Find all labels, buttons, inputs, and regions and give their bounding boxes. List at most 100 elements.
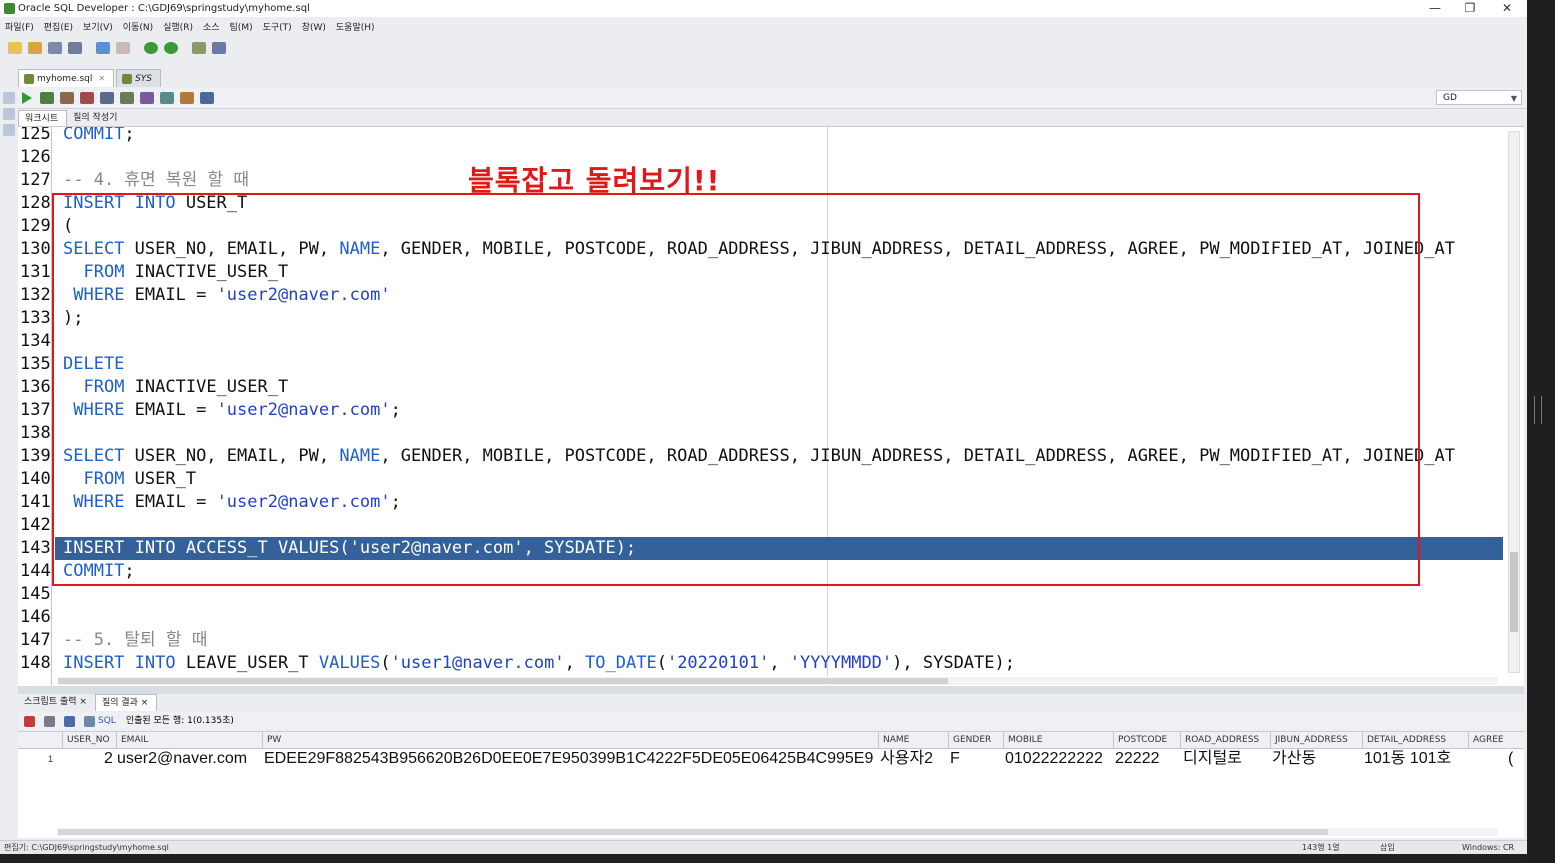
cell-mobile[interactable]: 01022222222: [1005, 748, 1103, 770]
tab-query-result[interactable]: 질의 결과 ×: [94, 694, 158, 711]
grid-header: USER_NO EMAIL PW NAME GENDER MOBILE POST…: [18, 732, 1524, 749]
col-user-no[interactable]: USER_NO: [62, 732, 116, 748]
history-icon[interactable]: [160, 92, 174, 104]
cell-name[interactable]: 사용자2: [880, 748, 933, 770]
code-line[interactable]: 146: [18, 606, 1524, 629]
menu-view[interactable]: 보기(V): [78, 19, 118, 37]
cell-jibun-address[interactable]: 가산동: [1272, 748, 1316, 770]
code-text[interactable]: COMMIT;: [63, 127, 135, 146]
tab-query-builder[interactable]: 질의 작성기: [67, 110, 125, 126]
save-icon[interactable]: [48, 42, 62, 54]
code-text[interactable]: INSERT INTO LEAVE_USER_T VALUES('user1@n…: [63, 652, 1015, 675]
col-name[interactable]: NAME: [878, 732, 948, 748]
clear-icon[interactable]: [140, 92, 154, 104]
code-line[interactable]: 125 COMMIT;: [18, 127, 1524, 146]
pin-icon[interactable]: [24, 715, 35, 727]
new-file-icon[interactable]: [8, 42, 22, 54]
window-title: Oracle SQL Developer : C:\GDJ69\springst…: [18, 3, 310, 14]
col-detail-address[interactable]: DETAIL_ADDRESS: [1362, 732, 1468, 748]
run-statement-icon[interactable]: [22, 92, 32, 104]
rollback-icon[interactable]: [80, 92, 94, 104]
col-gender[interactable]: GENDER: [948, 732, 1003, 748]
run-script-icon[interactable]: [40, 92, 54, 104]
autotrace-icon[interactable]: [120, 92, 134, 104]
minimize-button[interactable]: —: [1420, 0, 1450, 17]
redo-icon[interactable]: [116, 42, 130, 54]
open-folder-icon[interactable]: [28, 42, 42, 54]
cell-postcode[interactable]: 22222: [1115, 748, 1160, 770]
cell-agree[interactable]: (: [1508, 748, 1513, 770]
maximize-button[interactable]: ❐: [1455, 0, 1485, 17]
horizontal-scrollbar[interactable]: [58, 677, 1498, 685]
menu-team[interactable]: 팀(M): [225, 19, 258, 37]
col-mobile[interactable]: MOBILE: [1003, 732, 1113, 748]
code-line[interactable]: 148 INSERT INTO LEAVE_USER_T VALUES('user…: [18, 652, 1524, 675]
resize-grip[interactable]: [1534, 396, 1542, 424]
menu-tools[interactable]: 도구(T): [258, 19, 297, 37]
status-mode: 삽입: [1380, 843, 1395, 852]
commit-icon[interactable]: [60, 92, 74, 104]
save-all-icon[interactable]: [68, 42, 82, 54]
reports-panel-icon[interactable]: [3, 108, 15, 120]
code-line[interactable]: 147 -- 5. 탈퇴 할 때: [18, 629, 1524, 652]
code-text[interactable]: -- 4. 휴면 복원 할 때: [63, 169, 249, 192]
menu-help[interactable]: 도움말(H): [331, 19, 380, 37]
sql-icon[interactable]: [84, 715, 95, 727]
menu-edit[interactable]: 편집(E): [39, 19, 78, 37]
cell-email[interactable]: user2@naver.com: [117, 748, 247, 770]
cell-road-address[interactable]: 디지털로: [1183, 748, 1242, 770]
scroll-thumb[interactable]: [1510, 552, 1518, 632]
back-icon[interactable]: [144, 42, 158, 54]
connections-panel-icon[interactable]: [3, 92, 15, 104]
cell-detail-address[interactable]: 101동 101호: [1364, 748, 1451, 770]
forward-icon[interactable]: [164, 42, 178, 54]
files-panel-icon[interactable]: [3, 124, 15, 136]
print-icon[interactable]: [44, 715, 55, 727]
status-position: 143행 1열: [1302, 843, 1340, 852]
menu-run[interactable]: 실행(R): [158, 19, 198, 37]
tab-worksheet[interactable]: 워크시트: [18, 110, 68, 126]
grid-horizontal-scrollbar[interactable]: [58, 828, 1498, 836]
tab-script-output[interactable]: 스크립트 출력 ×: [18, 694, 95, 711]
panel-splitter[interactable]: [18, 686, 1524, 694]
menu-navigate[interactable]: 이동(N): [118, 19, 158, 37]
code-line[interactable]: 126: [18, 146, 1524, 169]
tab-myhome-sql[interactable]: myhome.sql ✕: [18, 69, 115, 87]
sql-label[interactable]: SQL: [98, 712, 116, 730]
col-jibun-address[interactable]: JIBUN_ADDRESS: [1270, 732, 1362, 748]
sql-worksheet-icon[interactable]: [192, 42, 206, 54]
undo-icon[interactable]: [96, 42, 110, 54]
scroll-thumb[interactable]: [58, 829, 1328, 835]
scroll-thumb[interactable]: [58, 678, 948, 684]
cell-gender[interactable]: F: [950, 748, 960, 770]
col-email[interactable]: EMAIL: [116, 732, 262, 748]
vertical-scrollbar[interactable]: [1508, 131, 1520, 673]
db-tools-icon[interactable]: [212, 42, 226, 54]
find-icon[interactable]: [200, 92, 214, 104]
code-line[interactable]: 145: [18, 583, 1524, 606]
code-line[interactable]: 127 -- 4. 휴면 복원 할 때: [18, 169, 1524, 192]
col-pw[interactable]: PW: [262, 732, 878, 748]
cell-pw[interactable]: EDEE29F882543B956620B26D0EE0E7E950399B1C…: [264, 748, 876, 770]
code-text[interactable]: -- 5. 탈퇴 할 때: [63, 629, 207, 652]
worksheet-toolbar: GD ▼: [18, 88, 1528, 109]
format-icon[interactable]: [180, 92, 194, 104]
line-number: 132: [20, 285, 51, 305]
menu-source[interactable]: 소스: [198, 19, 225, 37]
export-icon[interactable]: [64, 715, 75, 727]
menu-window[interactable]: 창(W): [297, 19, 331, 37]
table-row[interactable]: 1 2 user2@naver.com EDEE29F882543B956620…: [18, 748, 1524, 770]
explain-plan-icon[interactable]: [100, 92, 114, 104]
menu-file[interactable]: 파일(F): [0, 19, 39, 37]
connection-selector[interactable]: GD ▼: [1436, 90, 1522, 105]
sql-editor[interactable]: 125 COMMIT; 126 127 -- 4. 휴면 복원 할 때 128 INSERT…: [18, 126, 1524, 687]
cell-user-no[interactable]: 2: [104, 748, 113, 770]
line-number: 126: [20, 147, 51, 167]
tab-sys[interactable]: SYS: [116, 69, 162, 87]
col-road-address[interactable]: ROAD_ADDRESS: [1180, 732, 1270, 748]
col-postcode[interactable]: POSTCODE: [1113, 732, 1180, 748]
close-button[interactable]: ✕: [1492, 0, 1522, 17]
col-agree[interactable]: AGREE: [1468, 732, 1524, 748]
result-grid[interactable]: USER_NO EMAIL PW NAME GENDER MOBILE POST…: [18, 731, 1524, 838]
close-tab-icon[interactable]: ✕: [98, 74, 105, 83]
